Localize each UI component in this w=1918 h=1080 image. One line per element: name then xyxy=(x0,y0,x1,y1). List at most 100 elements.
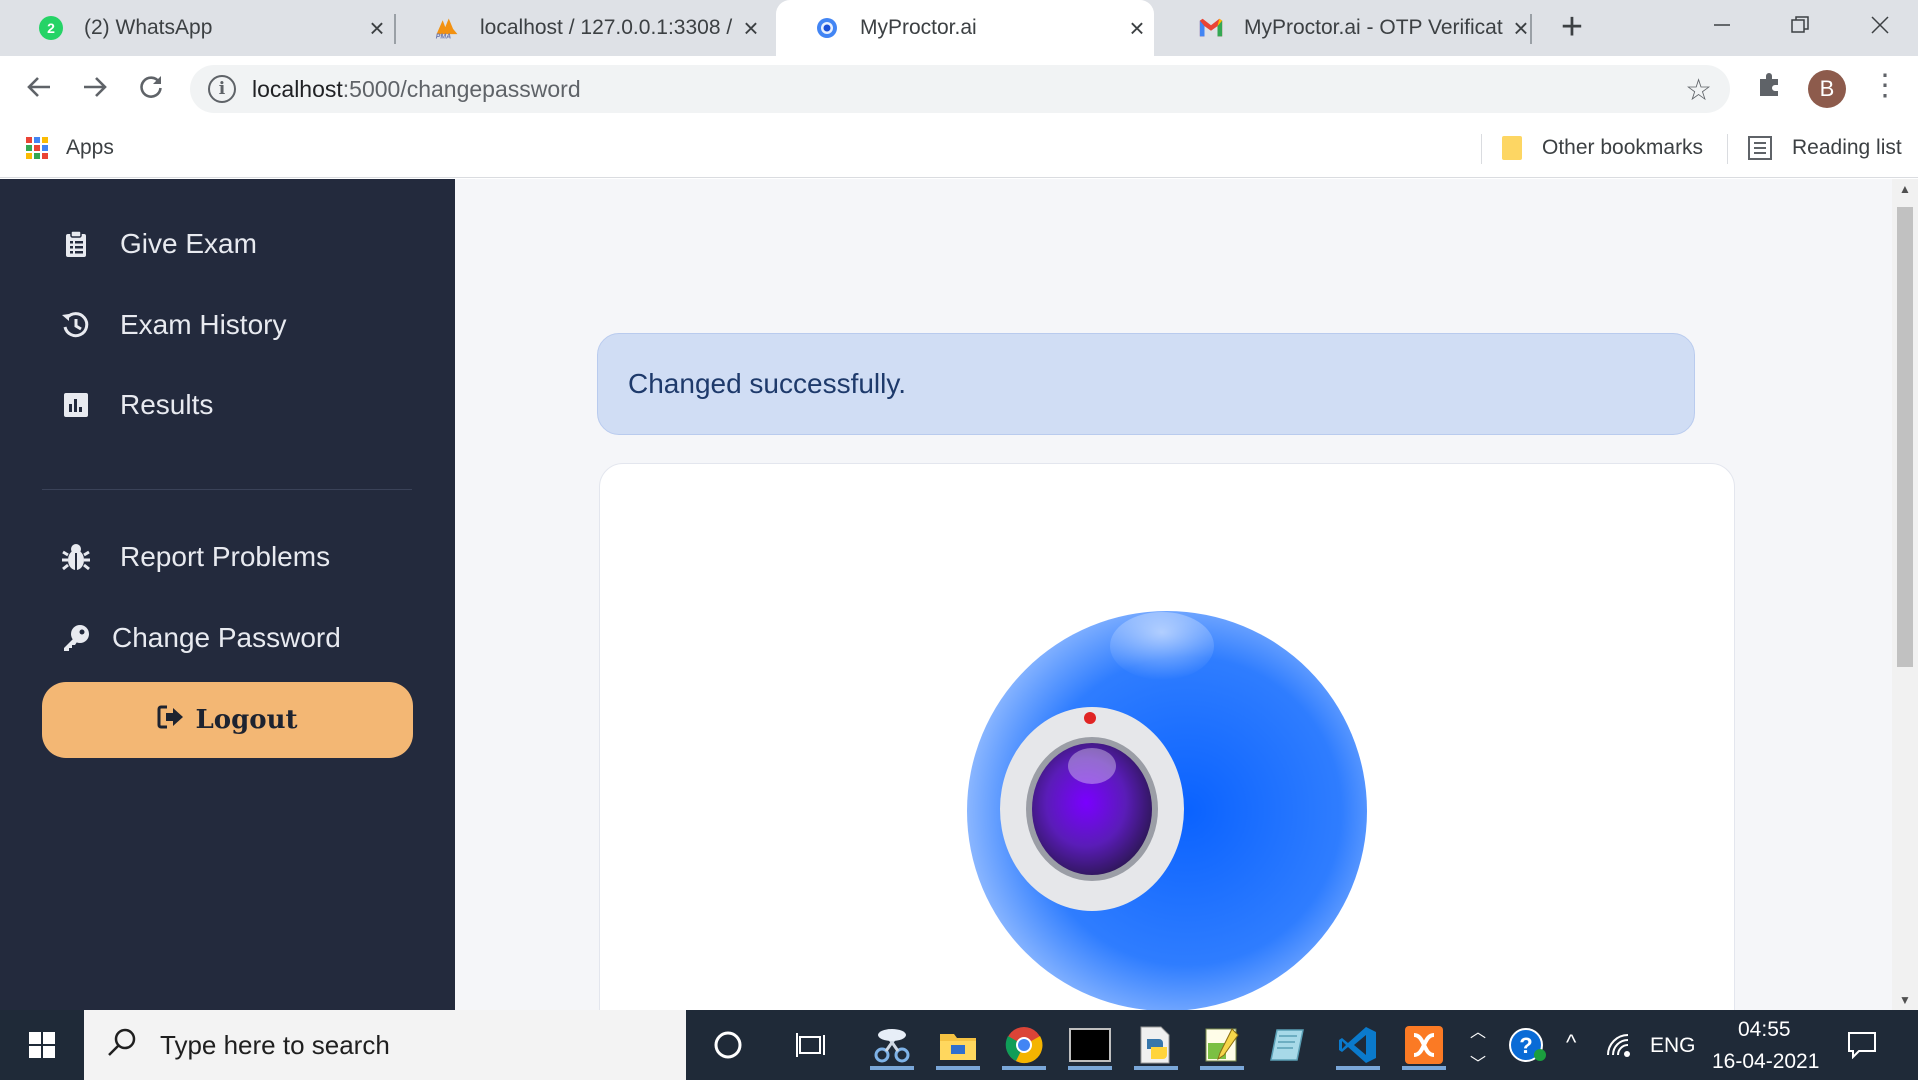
key-icon xyxy=(60,622,92,654)
profile-avatar[interactable]: B xyxy=(1808,70,1846,108)
close-window-button[interactable] xyxy=(1840,0,1918,50)
apps-label: Apps xyxy=(66,136,114,159)
bug-icon xyxy=(60,541,92,573)
close-tab-icon[interactable]: × xyxy=(1120,13,1154,44)
start-button[interactable] xyxy=(0,1010,84,1080)
logout-button[interactable]: Logout xyxy=(42,682,413,758)
url-text: localhost:5000/changepassword xyxy=(252,75,581,102)
sidebar: Give Exam Exam History Results Report Pr… xyxy=(0,179,455,1010)
scroll-down-arrow[interactable]: ▼ xyxy=(1892,990,1918,1010)
forward-button[interactable] xyxy=(72,64,118,110)
extensions-icon[interactable] xyxy=(1756,70,1784,105)
alert-message: Changed successfully. xyxy=(628,368,907,399)
svg-text:?: ? xyxy=(1519,1033,1532,1058)
gmail-icon xyxy=(1198,15,1224,41)
notepad-plus-plus-icon[interactable] xyxy=(1194,1020,1250,1070)
clipboard-icon xyxy=(60,228,92,260)
reload-button[interactable] xyxy=(128,64,174,110)
webcam-orb-illustration xyxy=(967,611,1367,1010)
success-alert: Changed successfully. xyxy=(597,333,1695,435)
help-icon[interactable]: ? xyxy=(1500,1020,1556,1070)
close-tab-icon[interactable]: × xyxy=(360,13,394,44)
bookmarks-bar: Apps Other bookmarks Reading list xyxy=(0,122,1918,178)
chrome-icon[interactable] xyxy=(996,1020,1052,1070)
clock-date[interactable]: 16-04-2021 xyxy=(1712,1050,1819,1074)
sidebar-item-exam-history[interactable]: Exam History xyxy=(60,300,286,350)
folder-icon xyxy=(1502,136,1522,160)
sidebar-item-label: Report Problems xyxy=(120,541,331,572)
vscode-icon[interactable] xyxy=(1330,1020,1386,1070)
sign-out-icon xyxy=(157,705,185,736)
language-indicator[interactable]: ENG xyxy=(1650,1034,1696,1058)
tab-gmail[interactable]: MyProctor.ai - OTP Verificatio × xyxy=(1160,0,1538,56)
tab-separator xyxy=(1530,14,1532,44)
wifi-icon[interactable] xyxy=(1600,1020,1640,1070)
close-tab-icon[interactable]: × xyxy=(1504,13,1538,44)
tab-title: MyProctor.ai xyxy=(860,16,977,39)
windows-taskbar: Type here to search ︿ ﹀ ? ^ ENG 04:55 16… xyxy=(0,1010,1918,1080)
sidebar-item-results[interactable]: Results xyxy=(60,380,213,430)
browser-menu-icon[interactable]: ⋮ xyxy=(1870,68,1900,103)
notes-app-icon[interactable] xyxy=(1260,1020,1316,1070)
reading-list-icon xyxy=(1748,136,1772,160)
logout-label: Logout xyxy=(195,705,298,735)
content-card xyxy=(599,463,1735,1010)
svg-text:2: 2 xyxy=(47,20,55,36)
address-bar[interactable]: i localhost:5000/changepassword ☆ xyxy=(190,65,1730,113)
bookmark-star-icon[interactable]: ☆ xyxy=(1685,73,1712,108)
new-tab-button[interactable]: + xyxy=(1552,8,1592,48)
running-indicator xyxy=(1336,1066,1380,1070)
whatsapp-icon: 2 xyxy=(38,15,64,41)
close-tab-icon[interactable]: × xyxy=(734,13,768,44)
terminal-icon[interactable] xyxy=(1062,1020,1118,1070)
tab-title: MyProctor.ai - OTP Verificatio xyxy=(1244,16,1504,39)
svg-text:PMA: PMA xyxy=(436,33,451,40)
tab-phpmyadmin[interactable]: PMA localhost / 127.0.0.1:3308 / q × xyxy=(396,0,768,56)
sidebar-item-label: Results xyxy=(120,389,214,420)
apps-grid-icon xyxy=(26,137,48,159)
scroll-up-arrow[interactable]: ▲ xyxy=(1892,179,1918,199)
minimize-button[interactable] xyxy=(1682,0,1762,50)
clock-time[interactable]: 04:55 xyxy=(1738,1018,1791,1042)
sidebar-item-label: Give Exam xyxy=(120,228,257,259)
python-file-icon[interactable] xyxy=(1128,1020,1184,1070)
restore-button[interactable] xyxy=(1760,0,1840,50)
sidebar-item-change-password[interactable]: Change Password xyxy=(60,613,341,663)
back-button[interactable] xyxy=(16,64,62,110)
site-info-icon[interactable]: i xyxy=(208,75,236,103)
windows-logo-icon xyxy=(29,1032,55,1058)
tray-scroll-down-icon[interactable]: ﹀ xyxy=(1470,1050,1486,1074)
running-indicator xyxy=(936,1066,980,1070)
xampp-icon[interactable] xyxy=(1396,1020,1452,1070)
search-icon xyxy=(106,1026,138,1065)
show-hidden-icons-chevron[interactable]: ^ xyxy=(1566,1030,1576,1056)
sidebar-item-report-problems[interactable]: Report Problems xyxy=(60,532,330,582)
reading-list[interactable]: Reading list xyxy=(1748,136,1902,160)
file-explorer-icon[interactable] xyxy=(930,1020,986,1070)
tray-scroll-up-icon[interactable]: ︿ xyxy=(1470,1018,1486,1042)
chart-icon xyxy=(60,389,92,421)
task-view-icon[interactable] xyxy=(784,1020,840,1070)
main-content: Changed successfully. xyxy=(455,179,1892,1010)
snipping-tool-icon[interactable] xyxy=(864,1020,920,1070)
notifications-icon[interactable] xyxy=(1834,1020,1890,1070)
other-bookmarks-label: Other bookmarks xyxy=(1542,136,1704,159)
page-scrollbar[interactable]: ▲ ▼ xyxy=(1892,179,1918,1010)
bookmark-other[interactable]: Other bookmarks xyxy=(1502,136,1703,160)
tab-myproctor[interactable]: MyProctor.ai × xyxy=(776,0,1154,56)
sidebar-item-label: Change Password xyxy=(112,622,341,653)
bookmark-apps[interactable]: Apps xyxy=(26,136,114,160)
bookmark-separator xyxy=(1727,134,1728,164)
taskbar-search[interactable]: Type here to search xyxy=(84,1010,686,1080)
running-indicator xyxy=(1068,1066,1112,1070)
sidebar-item-give-exam[interactable]: Give Exam xyxy=(60,219,257,269)
browser-toolbar: i localhost:5000/changepassword ☆ B ⋮ xyxy=(0,56,1918,122)
running-indicator xyxy=(1002,1066,1046,1070)
reading-list-label: Reading list xyxy=(1792,136,1902,159)
tab-whatsapp[interactable]: 2 (2) WhatsApp × xyxy=(0,0,394,56)
scroll-thumb[interactable] xyxy=(1897,207,1913,667)
cortana-icon[interactable] xyxy=(700,1020,756,1070)
tab-strip: 2 (2) WhatsApp × PMA localhost / 127.0.0… xyxy=(0,0,1918,56)
bookmark-separator xyxy=(1481,134,1482,164)
running-indicator xyxy=(1402,1066,1446,1070)
